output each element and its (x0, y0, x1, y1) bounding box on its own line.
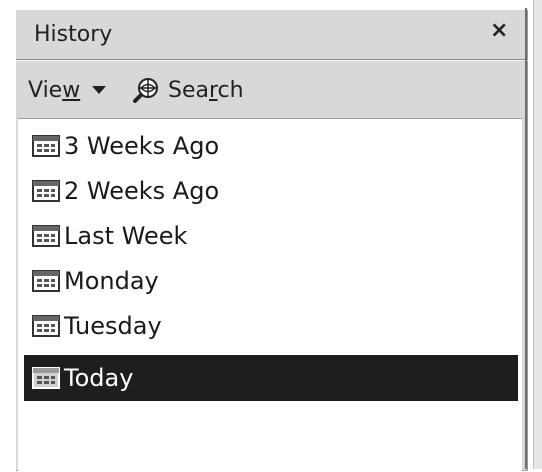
calendar-folder-icon (32, 367, 60, 389)
panel-border (525, 8, 527, 469)
history-item-tuesday[interactable]: Tuesday (24, 309, 518, 343)
history-item-label: Today (64, 364, 134, 392)
history-panel: History × View Search 3 Weeks Ago 2 Week… (14, 8, 528, 472)
view-menu-button[interactable]: View (28, 76, 107, 104)
history-item-label: 2 Weeks Ago (64, 177, 220, 205)
history-item-monday[interactable]: Monday (24, 264, 518, 298)
calendar-folder-icon (32, 315, 60, 337)
adjacent-pane-edge (533, 0, 542, 469)
calendar-folder-icon (32, 270, 60, 292)
view-label: View (28, 77, 81, 103)
history-item-3-weeks-ago[interactable]: 3 Weeks Ago (24, 129, 518, 163)
history-item-label: 3 Weeks Ago (64, 132, 220, 160)
search-button[interactable]: Search (132, 76, 244, 104)
search-label: Search (168, 77, 244, 103)
search-icon (133, 78, 158, 103)
close-icon[interactable]: × (490, 20, 508, 42)
calendar-folder-icon (32, 225, 60, 247)
history-item-label: Monday (64, 267, 159, 295)
history-list[interactable]: 3 Weeks Ago 2 Weeks Ago Last Week Monday… (18, 118, 522, 472)
history-titlebar: History × (16, 10, 528, 60)
history-item-label: Tuesday (64, 312, 162, 340)
history-toolbar: View Search (16, 62, 528, 118)
dropdown-arrow-icon (92, 86, 107, 94)
calendar-folder-icon (32, 180, 60, 202)
panel-title: History (34, 22, 113, 47)
calendar-folder-icon (32, 135, 60, 157)
history-item-today[interactable]: Today (24, 355, 518, 401)
history-item-label: Last Week (64, 222, 188, 250)
titlebar-divider (16, 59, 528, 61)
history-item-2-weeks-ago[interactable]: 2 Weeks Ago (24, 174, 518, 208)
history-item-last-week[interactable]: Last Week (24, 219, 518, 253)
